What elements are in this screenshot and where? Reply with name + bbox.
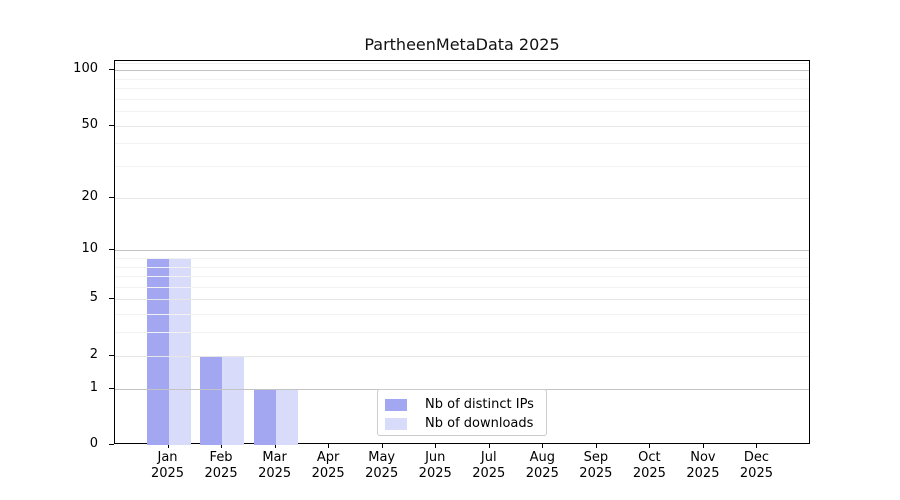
y-tick-label: 0	[48, 436, 98, 452]
x-tick-mark	[756, 444, 757, 448]
legend-swatch-downloads	[385, 418, 407, 430]
x-tick-mark	[328, 444, 329, 448]
bar-downloads-mar	[276, 389, 298, 445]
x-tick-label-dec: Dec2025	[724, 450, 788, 482]
gridline-minor	[115, 287, 809, 288]
gridline-minor	[115, 79, 809, 80]
gridline-major	[115, 126, 809, 127]
legend-swatch-distinct-ips	[385, 399, 407, 411]
y-tick-label: 50	[48, 117, 98, 133]
gridline-minor	[115, 143, 809, 144]
x-tick-mark	[542, 444, 543, 448]
y-tick-mark	[109, 197, 114, 198]
y-tick-label: 20	[48, 189, 98, 205]
gridline-minor	[115, 99, 809, 100]
gridline-minor	[115, 276, 809, 277]
y-tick-mark	[109, 355, 114, 356]
chart-title: PartheenMetaData 2025	[114, 35, 810, 54]
y-tick-label: 10	[48, 241, 98, 257]
figure: PartheenMetaData 2025 Nb of distinct IPs…	[0, 0, 900, 500]
gridline-major	[115, 356, 809, 357]
bar-downloads-feb	[222, 356, 244, 445]
y-tick-mark	[109, 69, 114, 70]
gridline-minor	[115, 63, 809, 64]
y-tick-mark	[109, 249, 114, 250]
plot-area	[114, 60, 810, 444]
y-tick-mark	[109, 125, 114, 126]
gridline-minor	[115, 166, 809, 167]
gridline-minor	[115, 267, 809, 268]
legend-row: Nb of distinct IPs	[385, 396, 546, 413]
gridline-minor	[115, 314, 809, 315]
y-tick-mark	[109, 298, 114, 299]
y-tick-label: 100	[48, 61, 98, 77]
bar-distinct-ips-mar	[254, 389, 276, 445]
gridline-major	[115, 299, 809, 300]
x-tick-mark	[435, 444, 436, 448]
legend-label-distinct-ips: Nb of distinct IPs	[425, 397, 534, 412]
x-tick-year: 2025	[724, 466, 788, 482]
gridline-minor	[115, 111, 809, 112]
x-tick-mark	[703, 444, 704, 448]
x-tick-month: Dec	[724, 450, 788, 466]
y-tick-label: 2	[48, 347, 98, 363]
gridline-major	[115, 250, 809, 251]
x-tick-mark	[489, 444, 490, 448]
legend-label-downloads: Nb of downloads	[425, 416, 533, 431]
gridline-major	[115, 70, 809, 71]
bar-distinct-ips-feb	[200, 356, 222, 445]
gridline-minor	[115, 258, 809, 259]
x-tick-mark	[596, 444, 597, 448]
x-tick-mark	[649, 444, 650, 448]
y-tick-mark	[109, 388, 114, 389]
y-tick-label: 1	[48, 380, 98, 396]
legend: Nb of distinct IPs Nb of downloads	[377, 389, 547, 436]
gridline-major	[115, 198, 809, 199]
x-tick-mark	[382, 444, 383, 448]
gridline-minor	[115, 88, 809, 89]
y-tick-label: 5	[48, 290, 98, 306]
y-tick-mark	[109, 444, 114, 445]
legend-row: Nb of downloads	[385, 415, 546, 432]
gridline-minor	[115, 332, 809, 333]
